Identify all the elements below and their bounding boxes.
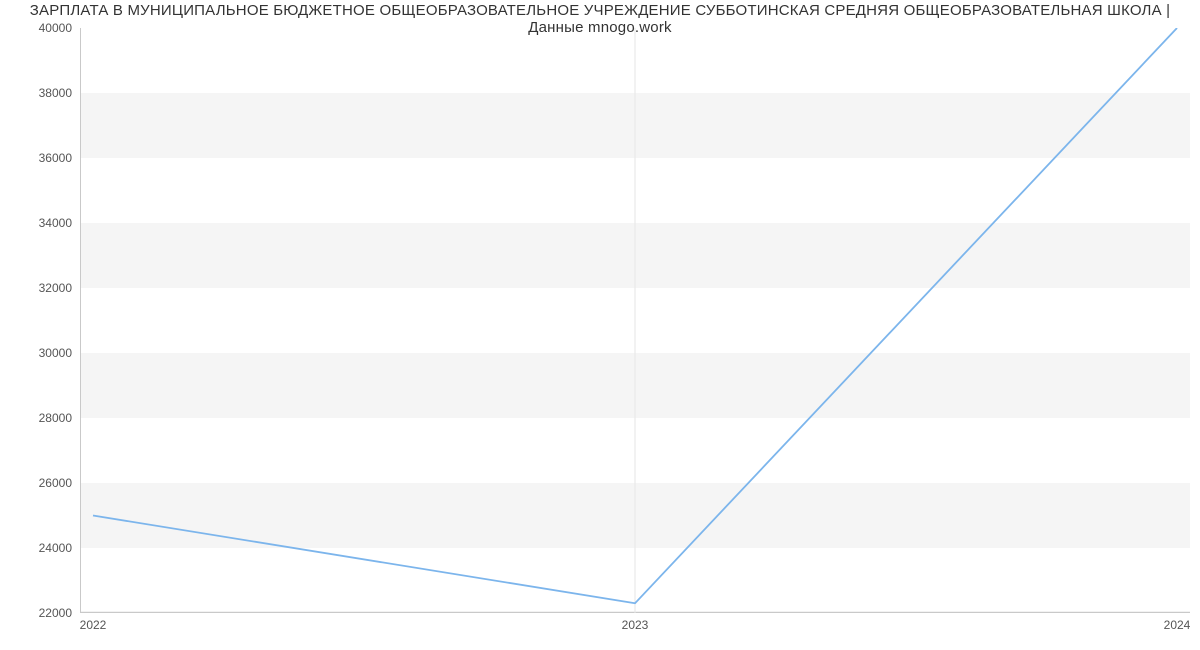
x-tick-label: 2023 xyxy=(622,618,649,632)
y-tick-label: 28000 xyxy=(12,411,72,425)
x-tick-label: 2024 xyxy=(1164,618,1191,632)
y-tick-label: 34000 xyxy=(12,216,72,230)
y-tick-label: 38000 xyxy=(12,86,72,100)
y-tick-label: 26000 xyxy=(12,476,72,490)
y-tick-label: 36000 xyxy=(12,151,72,165)
x-tick-label: 2022 xyxy=(80,618,107,632)
chart-svg xyxy=(80,28,1190,613)
y-tick-label: 30000 xyxy=(12,346,72,360)
y-tick-label: 32000 xyxy=(12,281,72,295)
line-chart: ЗАРПЛАТА В МУНИЦИПАЛЬНОЕ БЮДЖЕТНОЕ ОБЩЕО… xyxy=(0,0,1200,650)
plot-area xyxy=(80,28,1190,613)
y-tick-label: 24000 xyxy=(12,541,72,555)
y-tick-label: 22000 xyxy=(12,606,72,620)
y-tick-label: 40000 xyxy=(12,21,72,35)
